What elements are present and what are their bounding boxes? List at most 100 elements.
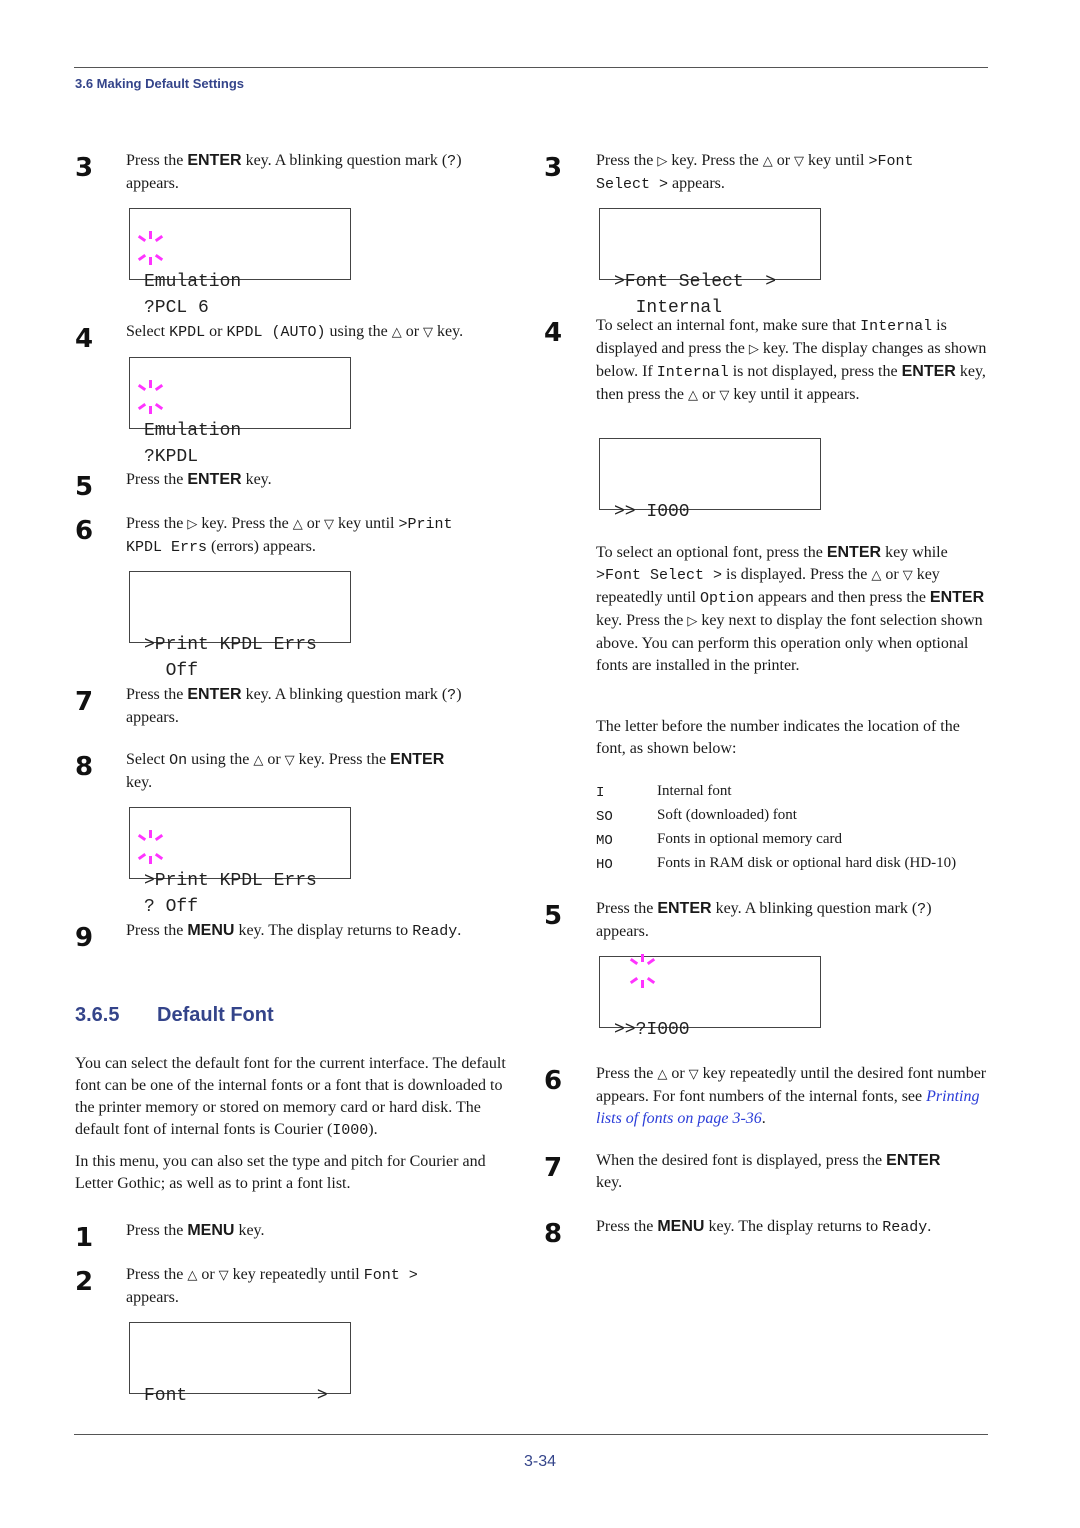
menu-key-label: MENU (657, 1218, 705, 1235)
text: or (401, 323, 424, 340)
code: >Print (398, 516, 453, 533)
enter-key-label: ENTER (390, 751, 445, 768)
step-text: Press the △ or ▽ key repeatedly until th… (596, 1063, 991, 1130)
text: key. The display returns to (704, 1218, 883, 1235)
right-arrow-icon: ▷ (687, 614, 698, 629)
text: or (881, 566, 903, 583)
step-number: 3 (544, 153, 563, 183)
code: KPDL (169, 324, 206, 341)
code: Internal (860, 318, 933, 335)
lcd-display: >>?I000 (599, 954, 821, 1040)
text: or (197, 1266, 219, 1283)
step-text: Select KPDL or KPDL (AUTO) using the △ o… (126, 321, 536, 344)
text: or (205, 323, 227, 340)
lcd-line-2 (144, 1409, 350, 1435)
text: ). (368, 1121, 378, 1138)
up-arrow-icon: △ (762, 154, 773, 169)
menu-key-label: MENU (187, 1222, 235, 1239)
location-description: Fonts in optional memory card (657, 831, 842, 847)
text: key. Press the (667, 152, 763, 169)
step-text: Press the MENU key. The display returns … (126, 920, 536, 943)
text: key. (241, 471, 272, 488)
text: key. A blinking question mark ( (241, 686, 448, 703)
lcd-line-1: >Font Select > (614, 272, 777, 292)
code: Font > (363, 1267, 418, 1284)
lcd-line-1: >Print KPDL Errs (144, 635, 317, 655)
text: ) (926, 900, 932, 917)
step-text: Press the ▷ key. Press the △ or ▽ key un… (596, 150, 991, 196)
blinking-cursor-icon (135, 380, 165, 414)
code: Select > (596, 176, 669, 193)
location-description: Internal font (657, 783, 732, 799)
down-arrow-icon: ▽ (688, 1067, 699, 1082)
step-text: Press the ENTER key. A blinking question… (596, 898, 991, 943)
code: I000 (332, 1122, 369, 1139)
down-arrow-icon: ▽ (324, 517, 335, 532)
lcd-display: >Font Select > Internal (599, 208, 821, 318)
text: key while (881, 544, 948, 561)
step-text: Press the ENTER key. A blinking question… (126, 150, 526, 195)
up-arrow-icon: △ (391, 325, 402, 340)
step-text: Press the ▷ key. Press the △ or ▽ key un… (126, 513, 526, 559)
text: (errors) appears. (207, 538, 316, 555)
text: key. A blinking question mark ( (711, 900, 918, 917)
text: To select an internal font, make sure th… (596, 317, 861, 334)
text: Press the (126, 152, 188, 169)
text: appears. (668, 175, 725, 192)
step-number: 1 (75, 1223, 94, 1253)
text: appears. (126, 709, 179, 726)
text: key. A blinking question mark ( (241, 152, 448, 169)
text: Press the (126, 515, 188, 532)
step-text: When the desired font is displayed, pres… (596, 1150, 991, 1194)
up-arrow-icon: △ (292, 517, 303, 532)
lcd-display: >> I000 (599, 438, 821, 522)
enter-key-label: ENTER (657, 900, 712, 917)
text: When the desired font is displayed, pres… (596, 1152, 887, 1169)
step-number: 4 (75, 324, 94, 354)
text: using the (325, 323, 392, 340)
code: Internal (656, 364, 729, 381)
step-text: Select On using the △ or ▽ key. Press th… (126, 749, 526, 794)
text: key. The display returns to (234, 922, 413, 939)
text: Press the (126, 686, 188, 703)
text: Press the (126, 471, 188, 488)
text: key repeatedly until (228, 1266, 364, 1283)
location-paragraph: The letter before the number indicates t… (596, 718, 960, 757)
intro-paragraph: You can select the default font for the … (75, 1053, 525, 1142)
section-heading: 3.6.5 Default Font (75, 1004, 274, 1027)
lcd-display: >Print KPDL Errs? Off (129, 807, 351, 917)
section-number: 3.6.5 (75, 1004, 120, 1026)
step-number: 6 (75, 516, 94, 546)
code: KPDL Errs (126, 539, 208, 556)
code: KPDL (AUTO) (226, 324, 326, 341)
text: key. (433, 323, 464, 340)
lcd-line-2: Off (144, 661, 199, 681)
running-header: 3.6 Making Default Settings (75, 76, 245, 91)
lcd-line-1: Font > (144, 1386, 328, 1406)
step-text: Press the ENTER key. A blinking question… (126, 684, 526, 729)
text: or (667, 1065, 689, 1082)
text: Press the (596, 1218, 658, 1235)
section-title: Default Font (157, 1004, 274, 1026)
text: Select (126, 323, 170, 340)
text: or (263, 751, 285, 768)
down-arrow-icon: ▽ (902, 568, 913, 583)
down-arrow-icon: ▽ (423, 325, 434, 340)
enter-key-label: ENTER (901, 363, 956, 380)
location-code: I (596, 785, 605, 801)
step-number: 2 (75, 1267, 94, 1297)
text: key until (334, 515, 399, 532)
text: key. (596, 1174, 623, 1191)
text: ) (456, 152, 462, 169)
step-text: Press the ENTER key. (126, 469, 526, 491)
step-number: 3 (75, 153, 94, 183)
text: key. Press the (197, 515, 293, 532)
step-number: 8 (544, 1219, 563, 1249)
text: appears. (126, 1289, 179, 1306)
text: Press the (126, 1266, 188, 1283)
code: >Font (868, 153, 914, 170)
text: Press the (126, 922, 188, 939)
blinking-cursor-icon (135, 231, 165, 265)
text: appears and then press the (753, 589, 930, 606)
text: or (697, 386, 720, 403)
